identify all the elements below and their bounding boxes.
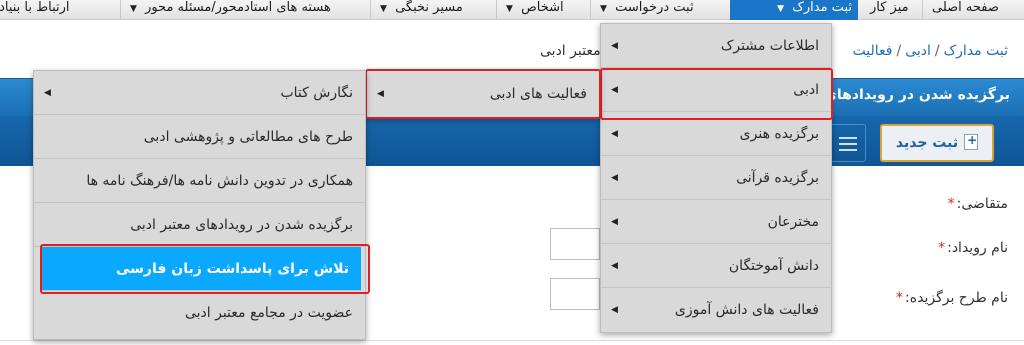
nav-register-request[interactable]: ثبت درخواست ▼ (594, 0, 700, 20)
new-record-button[interactable]: ثبت جدید (880, 124, 994, 162)
nav-divider (370, 0, 371, 20)
nav-register-request-label: ثبت درخواست (615, 0, 694, 15)
caret-left-icon: ◀ (611, 173, 618, 183)
menu-item-literary-activities[interactable]: فعالیت های ادبی ◀ (367, 71, 599, 117)
caret-down-icon: ▼ (380, 4, 387, 14)
nav-divider (590, 0, 591, 20)
menu-item-label: نگارش کتاب (280, 85, 353, 101)
caret-down-icon: ▼ (130, 4, 137, 14)
menu-item-art-elite[interactable]: برگزیده هنری ◀ (601, 112, 831, 156)
menu-item-label: فعالیت های دانش آموزی (674, 302, 819, 318)
breadcrumb-item-literary[interactable]: ادبی (905, 43, 931, 59)
caret-left-icon: ◀ (44, 88, 51, 98)
menu-item-label: همکاری در تدوین دانش نامه ها/فرهنگ نامه … (86, 173, 353, 189)
nav-contact-label: ارتباط با بنیاد (0, 0, 70, 15)
required-mark: * (938, 240, 946, 256)
top-navigation-bar: صفحه اصلی میز کار ثبت مدارک ▼ ثبت درخواس… (0, 0, 1024, 20)
list-icon-line (839, 143, 857, 145)
applicant-label: متقاضی:* (948, 196, 1008, 212)
list-icon (839, 137, 857, 139)
menu-item-label: طرح های مطالعاتی و پژوهشی ادبی (143, 129, 353, 145)
event-name-label-text: نام رویداد: (947, 240, 1008, 256)
nav-divider (120, 0, 121, 20)
nav-core-groups-label: هسته های استادمحور/مسئله محور (145, 0, 331, 15)
submenu-literary-activities: نگارش کتاب ◀ طرح های مطالعاتی و پژوهشی ا… (33, 70, 366, 340)
menu-item-quran-elite[interactable]: برگزیده قرآنی ◀ (601, 156, 831, 200)
nav-home-label: صفحه اصلی (932, 0, 999, 15)
nav-register-documents-label: ثبت مدارک (792, 0, 852, 15)
menu-item-literary-associations[interactable]: عضویت در مجامع معتبر ادبی (34, 291, 365, 335)
menu-item-label: ادبی (793, 82, 819, 98)
nav-contact[interactable]: ارتباط با بنیاد ▼ (0, 0, 76, 20)
nav-people-label: اشخاص (521, 0, 564, 15)
menu-item-label: برگزیده هنری (739, 126, 819, 142)
menu-item-alumni[interactable]: دانش آموختگان ◀ (601, 244, 831, 288)
nav-home[interactable]: صفحه اصلی (926, 0, 1005, 20)
add-document-icon (964, 132, 979, 150)
caret-left-icon: ◀ (377, 89, 384, 99)
nav-core-groups[interactable]: هسته های استادمحور/مسئله محور ▼ (124, 0, 337, 20)
event-name-label: نام رویداد:* (938, 240, 1008, 256)
menu-item-label: برگزیده قرآنی (736, 170, 819, 186)
menu-item-label: برگزیده شدن در رویدادهای معتبر ادبی (130, 217, 353, 233)
nav-register-documents[interactable]: ثبت مدارک ▼ (730, 0, 858, 20)
menu-item-student-activities[interactable]: فعالیت های دانش آموزی ◀ (601, 288, 831, 332)
panel-title: برگزیده شدن در رویدادهای (824, 87, 1010, 103)
plan-name-label: نام طرح برگزیده:* (896, 290, 1008, 306)
menu-item-literary-event-winner[interactable]: برگزیده شدن در رویدادهای معتبر ادبی (34, 203, 365, 247)
plan-name-label-text: نام طرح برگزیده: (905, 290, 1008, 306)
menu-item-literary[interactable]: ادبی ◀ (601, 68, 831, 112)
required-mark: * (947, 196, 955, 212)
menu-item-label: اطلاعات مشترک (720, 38, 819, 54)
menu-item-persian-language-preservation[interactable]: تلاش برای پاسداشت زبان فارسی (42, 247, 361, 291)
breadcrumb-separator: / (896, 43, 902, 59)
plan-name-input[interactable] (550, 278, 600, 310)
caret-left-icon: ◀ (611, 305, 618, 315)
menu-item-shared-info[interactable]: اطلاعات مشترک ◀ (601, 24, 831, 68)
menu-item-encyclopedia-collaboration[interactable]: همکاری در تدوین دانش نامه ها/فرهنگ نامه … (34, 159, 365, 203)
breadcrumb-item-activities[interactable]: فعالیت (853, 43, 893, 59)
breadcrumb-separator: / (934, 43, 940, 59)
menu-item-label: مخترعان (767, 214, 819, 230)
submenu-literary: فعالیت های ادبی ◀ (366, 70, 600, 118)
breadcrumb: ثبت مدارک/ادبی/فعالیت (853, 40, 1008, 62)
menu-item-research-plans[interactable]: طرح های مطالعاتی و پژوهشی ادبی (34, 115, 365, 159)
nav-divider (496, 0, 497, 20)
submenu-register-documents: اطلاعات مشترک ◀ ادبی ◀ برگزیده هنری ◀ بر… (600, 23, 832, 333)
breadcrumb-item-register-documents[interactable]: ثبت مدارک (944, 43, 1008, 59)
menu-item-label: دانش آموختگان (728, 258, 819, 274)
nav-dashboard-label: میز کار (870, 0, 909, 15)
list-icon-line (839, 149, 857, 151)
nav-elite-path-label: مسیر نخبگی (395, 0, 463, 15)
caret-down-icon: ▼ (506, 4, 513, 14)
menu-item-book-writing[interactable]: نگارش کتاب ◀ (34, 71, 365, 115)
caret-down-icon: ▼ (777, 4, 785, 14)
caret-left-icon: ◀ (611, 217, 618, 227)
new-record-button-label: ثبت جدید (895, 135, 959, 151)
menu-item-label: فعالیت های ادبی (489, 86, 587, 102)
menu-item-label: تلاش برای پاسداشت زبان فارسی (116, 261, 349, 277)
caret-left-icon: ◀ (611, 41, 618, 51)
menu-item-label: عضویت در مجامع معتبر ادبی (184, 305, 353, 321)
nav-people[interactable]: اشخاص ▼ (500, 0, 570, 20)
nav-dashboard[interactable]: میز کار (864, 0, 915, 20)
list-view-button[interactable] (828, 124, 866, 162)
form-divider (0, 340, 1024, 341)
required-mark: * (896, 290, 904, 306)
event-name-input[interactable] (550, 228, 600, 260)
nav-elite-path[interactable]: مسیر نخبگی ▼ (374, 0, 469, 20)
nav-divider (922, 0, 923, 20)
caret-left-icon: ◀ (611, 129, 618, 139)
caret-down-icon: ▼ (600, 4, 607, 14)
applicant-label-text: متقاضی: (956, 196, 1008, 212)
caret-left-icon: ◀ (611, 85, 618, 95)
caret-left-icon: ◀ (611, 261, 618, 271)
menu-item-inventors[interactable]: مخترعان ◀ (601, 200, 831, 244)
